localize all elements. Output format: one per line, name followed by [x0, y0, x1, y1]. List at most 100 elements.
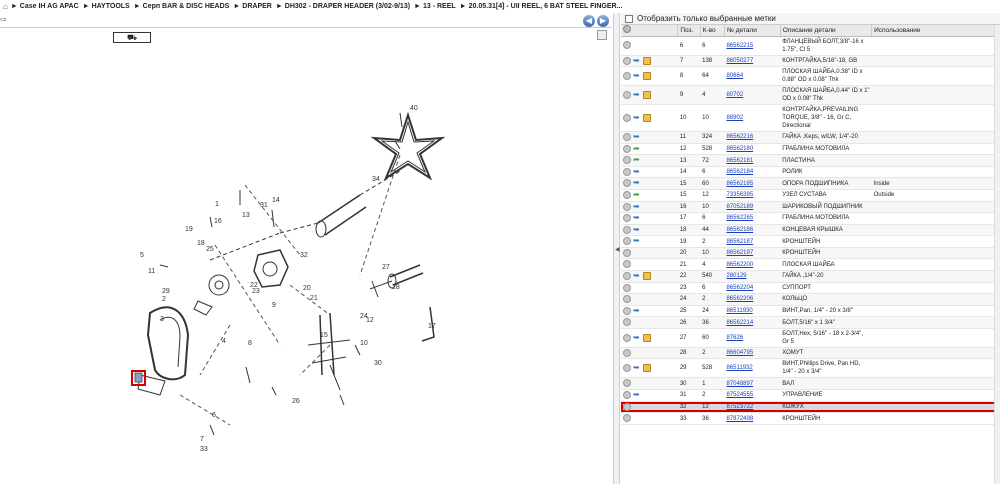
part-number-link[interactable]: 86562186: [726, 227, 753, 233]
part-number-link[interactable]: 86511932: [726, 365, 752, 371]
replacement-icon[interactable]: ➥: [633, 202, 641, 210]
part-number-link[interactable]: 86562180: [726, 146, 753, 152]
table-row[interactable]: ➥ 15 60 86562185 ОПОРА ПОДШИПНИКА Inside: [621, 177, 1000, 190]
info-icon[interactable]: [623, 71, 631, 80]
part-number-link[interactable]: 87052189: [726, 204, 753, 210]
callout-label[interactable]: 16: [214, 218, 222, 225]
scrollbar[interactable]: [994, 25, 1000, 484]
package-icon[interactable]: [643, 113, 651, 122]
callout-label[interactable]: 10: [360, 340, 368, 347]
table-row[interactable]: ➥ 16 10 87052189 ШАРИКОВЫЙ ПОДШИПНИК: [621, 201, 1000, 214]
info-icon[interactable]: [623, 56, 631, 65]
callout-label[interactable]: 9: [272, 302, 276, 309]
part-number-link[interactable]: 86562197: [726, 250, 753, 256]
column-header[interactable]: № детали: [724, 25, 781, 37]
part-number-link[interactable]: 86562216: [726, 134, 753, 140]
info-icon[interactable]: [623, 414, 631, 423]
info-icon[interactable]: [623, 156, 631, 165]
info-icon[interactable]: [623, 179, 631, 188]
part-number-link[interactable]: 86562181: [726, 158, 753, 164]
info-icon[interactable]: [623, 318, 631, 327]
part-number-link[interactable]: 87626: [726, 335, 743, 341]
truck-icon[interactable]: ⛟: [113, 32, 151, 43]
callout-label[interactable]: 19: [185, 226, 193, 233]
replacement-icon[interactable]: ➥: [633, 214, 641, 222]
part-number-link[interactable]: 86604795: [726, 350, 753, 356]
replacement-icon[interactable]: ➥: [633, 179, 641, 187]
table-row[interactable]: 30 1 87048897 ВАЛ: [621, 377, 1000, 391]
part-number-link[interactable]: 87524555: [726, 392, 753, 398]
table-row[interactable]: ➥ 14 6 86562184 РОЛИК: [621, 166, 1000, 179]
table-row[interactable]: ➥ 19 2 86562187 КРОНШТЕЙН: [621, 235, 1000, 248]
part-number-link[interactable]: 80702: [726, 92, 743, 98]
part-number-link[interactable]: 86562185: [726, 181, 753, 187]
callout-label[interactable]: 6: [212, 412, 216, 419]
filter-checkbox[interactable]: [625, 14, 633, 23]
table-row[interactable]: 20 10 86562197 КРОНШТЕЙН: [621, 247, 1000, 260]
callout-label[interactable]: 20: [303, 285, 311, 292]
callout-label[interactable]: 31: [260, 202, 268, 209]
part-number-link[interactable]: 86562214: [726, 320, 753, 326]
expand-icon[interactable]: ⇨: [0, 15, 8, 25]
callout-label[interactable]: 17: [428, 323, 436, 330]
panel-splitter[interactable]: ◀: [613, 13, 620, 484]
column-header[interactable]: К-во: [700, 25, 725, 37]
info-icon[interactable]: [623, 190, 631, 199]
info-icon[interactable]: [623, 248, 631, 257]
callout-label[interactable]: 4: [222, 338, 226, 345]
package-icon[interactable]: [643, 56, 651, 65]
callout-label[interactable]: 32: [300, 252, 308, 259]
breadcrumb-item[interactable]: 13 - REEL: [423, 3, 456, 10]
info-icon[interactable]: [623, 144, 631, 153]
exploded-parts-diagram[interactable]: 40341 31141316191825112922329417272832520…: [0, 45, 612, 485]
info-icon[interactable]: [623, 283, 631, 292]
package-icon[interactable]: [643, 333, 651, 342]
callout-label[interactable]: 34: [372, 176, 380, 183]
callout-label[interactable]: 5: [140, 252, 144, 259]
table-row[interactable]: 23 6 86562204 СУППОРТ: [621, 282, 1000, 295]
callout-label[interactable]: 13: [242, 212, 250, 219]
column-header[interactable]: Описание детали: [780, 25, 873, 37]
callout-label[interactable]: 14: [272, 197, 280, 204]
part-number-link[interactable]: 87048897: [726, 381, 753, 387]
part-number-link[interactable]: 86562204: [726, 285, 753, 291]
column-header[interactable]: Поз.: [677, 25, 701, 37]
collapse-icon[interactable]: ◀: [615, 246, 620, 253]
table-row[interactable]: ➥ 10 10 88902 КОНТРГАЙКА,PREVAILING TORQUE, …: [621, 104, 1000, 133]
info-icon[interactable]: [623, 272, 631, 281]
info-icon[interactable]: [623, 202, 631, 211]
part-number-link[interactable]: 86511930: [726, 308, 752, 314]
table-row[interactable]: ➥ 8 64 80664 ПЛОСКАЯ ШАЙБА,0.38" ID x 0.88" …: [621, 66, 1000, 87]
part-number-link[interactable]: 88902: [726, 115, 743, 121]
info-icon[interactable]: [623, 348, 631, 357]
info-icon[interactable]: [623, 391, 631, 400]
breadcrumb-item[interactable]: DH302 - DRAPER HEADER (3/02-9/13): [285, 3, 410, 10]
replacement-icon[interactable]: ➥: [633, 113, 641, 121]
info-icon[interactable]: [623, 214, 631, 223]
part-number-link[interactable]: 86050277: [726, 58, 753, 64]
callout-label[interactable]: 23: [252, 288, 260, 295]
replacement-icon[interactable]: ➥: [633, 237, 641, 245]
part-number-link[interactable]: 87872498: [726, 416, 753, 422]
callout-label[interactable]: 7: [200, 436, 204, 443]
replacement-icon[interactable]: ➥: [633, 364, 641, 372]
table-row[interactable]: ➥ 29 528 86511932 ВИНТ,Phillips Drive, Pan H…: [621, 358, 1000, 379]
info-icon[interactable]: [623, 167, 631, 176]
replacement-icon[interactable]: ➥: [633, 167, 641, 175]
table-row[interactable]: 28 2 86604795 ХОМУТ: [621, 347, 1000, 360]
table-row[interactable]: ➥ 17 6 86562265 ГРАБЛИНА МОТОВИЛА: [621, 212, 1000, 225]
table-row[interactable]: ➥ 18 44 86562186 КОНЦЕВАЯ КРЫШКА: [621, 224, 1000, 237]
settings-icon[interactable]: [623, 25, 631, 34]
info-icon[interactable]: [623, 379, 631, 388]
part-number-link[interactable]: 73356395: [726, 192, 753, 198]
package-icon[interactable]: [643, 272, 651, 281]
table-row[interactable]: ➥ 27 60 87626 БОЛТ,Hex, 5/16" - 18 x 2-3/4",…: [621, 328, 1000, 348]
callout-label[interactable]: 8: [248, 340, 252, 347]
replacement-icon[interactable]: ➥: [633, 333, 641, 341]
table-row[interactable]: 33 36 87872498 КРОНШТЕЙН: [621, 412, 1000, 425]
replacement-icon[interactable]: ➥: [633, 56, 641, 64]
part-number-link[interactable]: 86562265: [726, 215, 753, 221]
package-icon[interactable]: [643, 90, 651, 99]
part-number-link[interactable]: 87523722: [726, 404, 753, 410]
callout-label[interactable]: 3: [160, 316, 164, 323]
